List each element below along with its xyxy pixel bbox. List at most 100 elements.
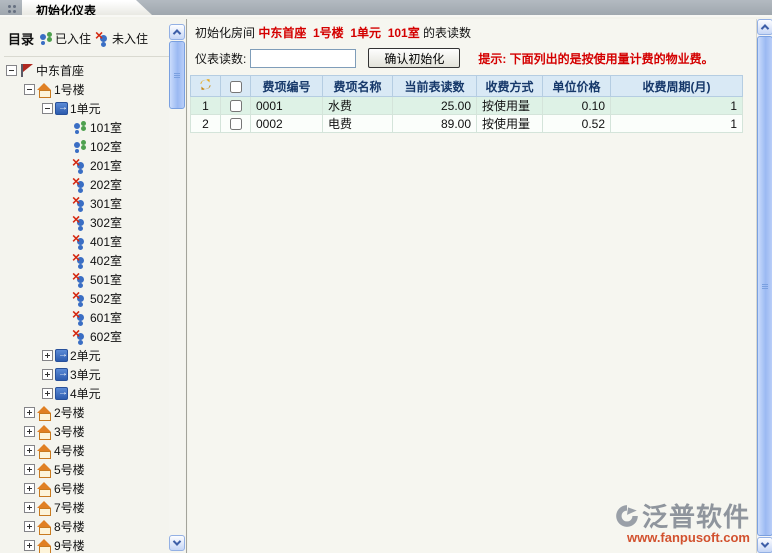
tree-item[interactable]: 中东首座 — [4, 61, 186, 80]
tree-item[interactable]: 9号楼 — [4, 536, 186, 553]
expander-icon[interactable] — [24, 464, 35, 475]
row-checkbox[interactable] — [230, 100, 242, 112]
tree-node-icon — [73, 159, 88, 173]
expander-icon[interactable] — [24, 84, 35, 95]
expander-icon[interactable] — [42, 388, 53, 399]
tree-node-icon — [37, 520, 52, 534]
col-header-number[interactable]: 费项编号 — [251, 76, 323, 97]
cell-method: 按使用量 — [477, 115, 543, 133]
expander-icon[interactable] — [60, 255, 71, 266]
col-header-reading[interactable]: 当前表读数 — [393, 76, 477, 97]
main-scrollbar-thumb[interactable] — [757, 36, 772, 536]
tree-item[interactable]: 101室 — [4, 118, 186, 137]
tab-initialize-meter[interactable]: 初始化仪表 — [22, 0, 152, 15]
tree-item-label: 302室 — [90, 214, 122, 231]
main-scrollbar[interactable] — [756, 19, 772, 553]
tree-item-label: 1单元 — [70, 100, 101, 117]
tree-item-label: 9号楼 — [54, 537, 85, 553]
col-header-method[interactable]: 收费方式 — [477, 76, 543, 97]
expander-icon[interactable] — [60, 312, 71, 323]
tree-item[interactable]: 5号楼 — [4, 460, 186, 479]
tree-item[interactable]: 102室 — [4, 137, 186, 156]
expander-icon[interactable] — [60, 160, 71, 171]
confirm-initialize-button[interactable]: 确认初始化 — [368, 48, 460, 68]
refresh-header-cell[interactable] — [191, 76, 221, 97]
tree-item[interactable]: 502室 — [4, 289, 186, 308]
title-suffix: 的表读数 — [420, 26, 471, 40]
cell-number: 0001 — [251, 97, 323, 115]
expander-icon[interactable] — [24, 483, 35, 494]
fee-table: 费项编号 费项名称 当前表读数 收费方式 单位价格 收费周期(月) 1 0001… — [190, 75, 743, 133]
tree-item[interactable]: 1号楼 — [4, 80, 186, 99]
tree-item-label: 301室 — [90, 195, 122, 212]
row-checkbox-cell — [221, 115, 251, 133]
tree-item[interactable]: 401室 — [4, 232, 186, 251]
tree-item[interactable]: 402室 — [4, 251, 186, 270]
cell-cycle: 1 — [611, 97, 743, 115]
expander-icon[interactable] — [60, 274, 71, 285]
reading-input[interactable] — [250, 49, 356, 68]
col-header-name[interactable]: 费项名称 — [323, 76, 393, 97]
expander-icon[interactable] — [60, 293, 71, 304]
fee-table-row[interactable]: 1 0001 水费 25.00 按使用量 0.10 1 — [191, 97, 743, 115]
tree-item[interactable]: 1单元 — [4, 99, 186, 118]
tree-item[interactable]: 601室 — [4, 308, 186, 327]
tree-item[interactable]: 6号楼 — [4, 479, 186, 498]
refresh-icon[interactable] — [199, 78, 212, 91]
tree-item[interactable]: 3号楼 — [4, 422, 186, 441]
scroll-up-icon[interactable] — [757, 19, 772, 35]
col-header-cycle[interactable]: 收费周期(月) — [611, 76, 743, 97]
tree-item[interactable]: 4号楼 — [4, 441, 186, 460]
tree-item[interactable]: 2号楼 — [4, 403, 186, 422]
cell-price: 0.10 — [543, 97, 611, 115]
expander-icon[interactable] — [60, 122, 71, 133]
expander-icon[interactable] — [24, 521, 35, 532]
expander-icon[interactable] — [24, 540, 35, 551]
tree-item[interactable]: 301室 — [4, 194, 186, 213]
tree-item[interactable]: 602室 — [4, 327, 186, 346]
col-header-price[interactable]: 单位价格 — [543, 76, 611, 97]
expander-icon[interactable] — [24, 407, 35, 418]
expander-icon[interactable] — [60, 198, 71, 209]
cell-reading: 89.00 — [393, 115, 477, 133]
fanpu-logo-icon — [614, 503, 640, 529]
expander-icon[interactable] — [42, 350, 53, 361]
expander-icon[interactable] — [24, 502, 35, 513]
vacant-label: 未入住 — [112, 30, 148, 47]
scroll-down-icon[interactable] — [169, 535, 185, 551]
scroll-down-icon[interactable] — [757, 537, 772, 553]
row-checkbox[interactable] — [230, 118, 242, 130]
sidebar-scrollbar-thumb[interactable] — [169, 41, 185, 109]
tree-item[interactable]: 302室 — [4, 213, 186, 232]
expander-icon[interactable] — [42, 103, 53, 114]
cell-name: 电费 — [323, 115, 393, 133]
expander-icon[interactable] — [60, 141, 71, 152]
expander-icon[interactable] — [6, 65, 17, 76]
expander-icon[interactable] — [24, 426, 35, 437]
expander-icon[interactable] — [42, 369, 53, 380]
row-checkbox-cell — [221, 97, 251, 115]
expander-icon[interactable] — [60, 331, 71, 342]
tree-item[interactable]: 7号楼 — [4, 498, 186, 517]
reading-label: 仪表读数: — [195, 50, 246, 67]
expander-icon[interactable] — [24, 445, 35, 456]
occupied-label: 已入住 — [55, 30, 91, 47]
tree-item[interactable]: 4单元 — [4, 384, 186, 403]
sidebar-scrollbar[interactable] — [169, 24, 185, 551]
expander-icon[interactable] — [60, 236, 71, 247]
select-all-checkbox[interactable] — [230, 81, 242, 93]
cell-method: 按使用量 — [477, 97, 543, 115]
expander-icon[interactable] — [60, 217, 71, 228]
tree-item[interactable]: 501室 — [4, 270, 186, 289]
tree-item[interactable]: 8号楼 — [4, 517, 186, 536]
tree-item[interactable]: 202室 — [4, 175, 186, 194]
occupied-icon — [39, 32, 54, 46]
tree-item-label: 6号楼 — [54, 480, 85, 497]
scroll-up-icon[interactable] — [169, 24, 185, 40]
drag-grip-icon[interactable] — [8, 5, 11, 8]
fee-table-row[interactable]: 2 0002 电费 89.00 按使用量 0.52 1 — [191, 115, 743, 133]
tree-item[interactable]: 2单元 — [4, 346, 186, 365]
expander-icon[interactable] — [60, 179, 71, 190]
tree-item[interactable]: 3单元 — [4, 365, 186, 384]
tree-item[interactable]: 201室 — [4, 156, 186, 175]
